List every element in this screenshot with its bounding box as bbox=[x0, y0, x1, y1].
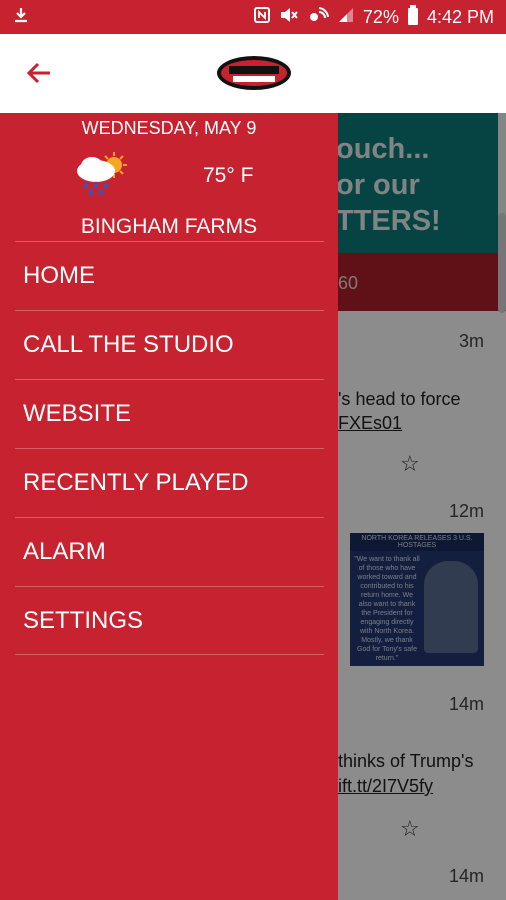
menu-item-label: ALARM bbox=[23, 538, 106, 565]
menu-item-label: RECENTLY PLAYED bbox=[23, 469, 249, 496]
city-label: BINGHAM FARMS bbox=[80, 215, 258, 238]
wifi-call-icon bbox=[307, 6, 329, 28]
nfc-icon bbox=[253, 6, 271, 28]
menu-item-recently-played[interactable]: RECENTLY PLAYED bbox=[15, 448, 324, 517]
menu-item-label: WEBSITE bbox=[23, 400, 132, 427]
signal-icon bbox=[337, 6, 355, 28]
menu-item-settings[interactable]: SETTINGS bbox=[15, 586, 324, 655]
menu-item-call-the-studio[interactable]: CALL THE STUDIO bbox=[15, 310, 324, 379]
rain-sun-icon bbox=[72, 151, 128, 195]
menu-item-label: HOME bbox=[23, 262, 95, 289]
menu-item-alarm[interactable]: ALARM bbox=[15, 517, 324, 586]
app-bar bbox=[0, 34, 506, 113]
navigation-drawer: WEDNESDAY, MAY 9 75° F BINGHAM FARMS HOM… bbox=[0, 113, 338, 900]
battery-percent: 72% bbox=[362, 6, 399, 27]
download-icon bbox=[12, 6, 30, 28]
menu-item-label: CALL THE STUDIO bbox=[23, 331, 234, 358]
arrow-left-icon[interactable] bbox=[22, 56, 56, 90]
menu-item-website[interactable]: WEBSITE bbox=[15, 379, 324, 448]
menu-item-label: SETTINGS bbox=[23, 606, 144, 634]
menu-item-home[interactable]: HOME bbox=[15, 241, 324, 310]
station-logo[interactable] bbox=[215, 54, 293, 92]
mute-icon bbox=[279, 6, 299, 28]
status-bar: 72% 4:42 PM bbox=[0, 0, 506, 34]
battery-icon bbox=[407, 5, 419, 29]
temperature: 75° F bbox=[203, 164, 254, 187]
clock: 4:42 PM bbox=[426, 6, 494, 27]
date-label: WEDNESDAY, MAY 9 bbox=[81, 118, 257, 138]
drawer-menu: HOME CALL THE STUDIO WEBSITE RECENTLY PL… bbox=[15, 241, 324, 655]
